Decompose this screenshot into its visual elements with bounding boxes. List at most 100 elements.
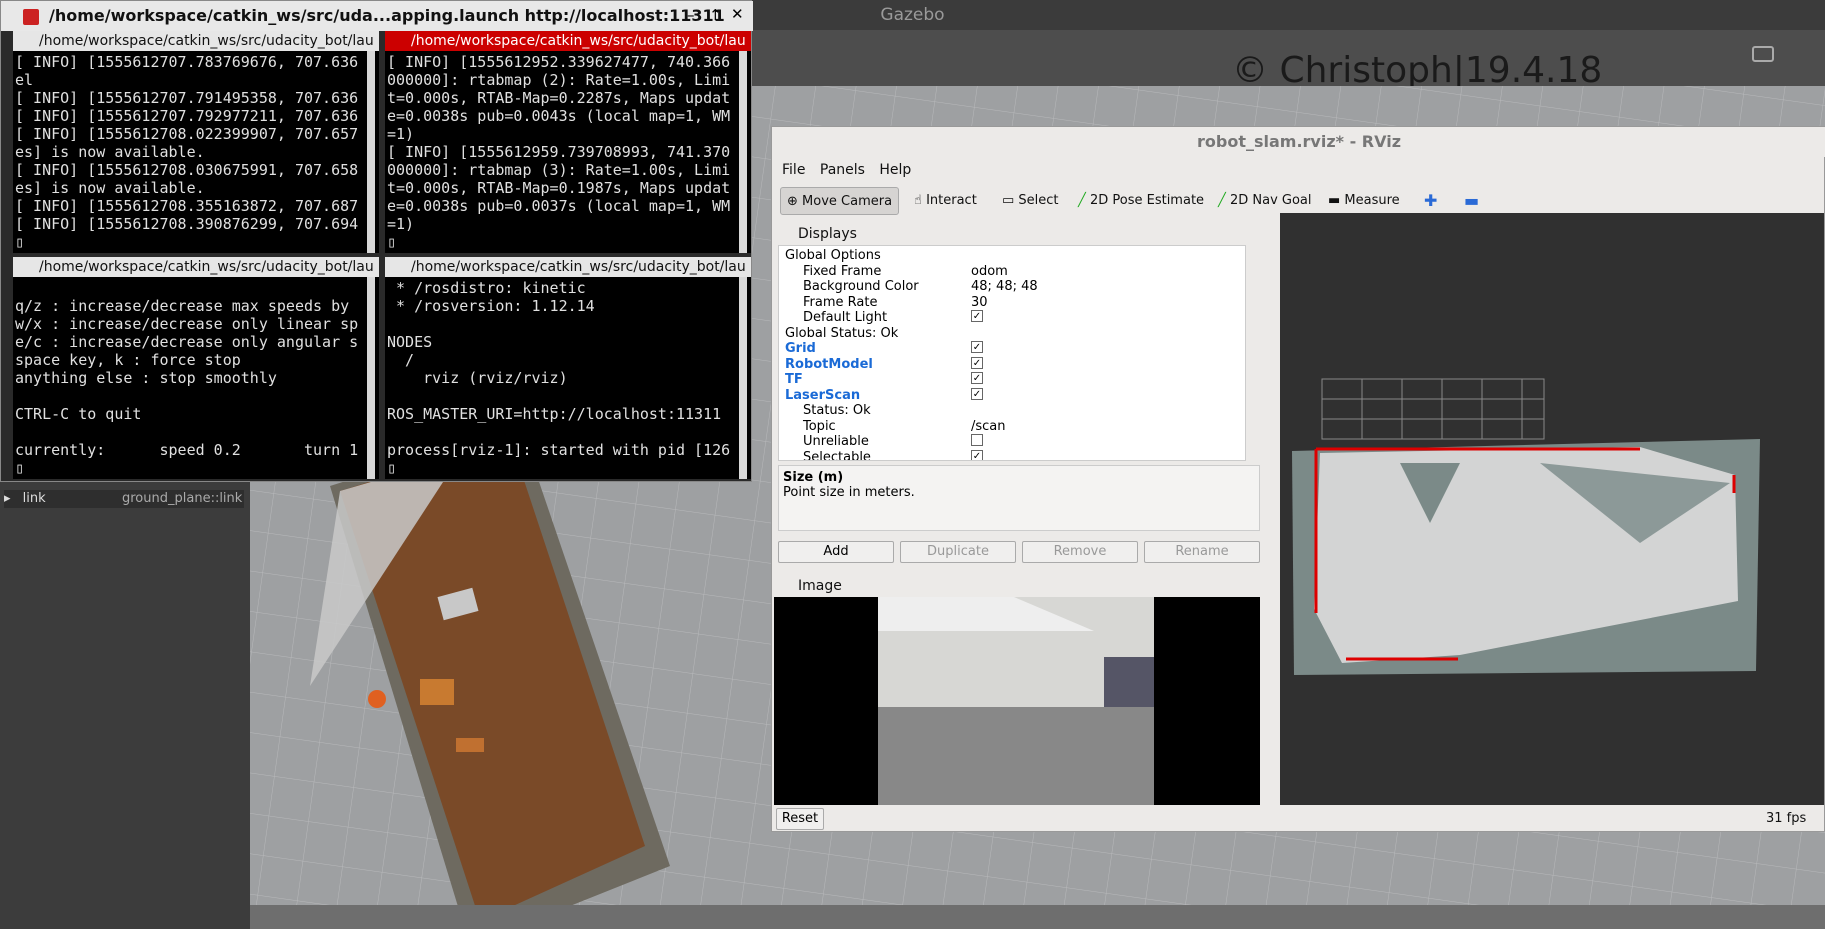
tree-row-value: 48; 48; 48	[971, 279, 1038, 294]
move-camera-tool[interactable]: ⊕ Move Camera	[780, 187, 900, 215]
tree-row-value: ✓	[971, 449, 983, 461]
displays-title: Displays	[798, 226, 857, 242]
terminal-window: /home/workspace/catkin_ws/src/uda...appi…	[0, 0, 753, 482]
scrollbar[interactable]	[367, 51, 375, 253]
pane-header: /home/workspace/catkin_ws/src/udacity_bo…	[13, 31, 379, 51]
tree-row-label: Frame Rate	[803, 294, 878, 310]
display-tree-row[interactable]: Status: Ok	[803, 403, 1243, 419]
tree-row-value: ✓	[971, 310, 983, 322]
link-label: link	[22, 491, 46, 506]
terminal-pane-top-right[interactable]: /home/workspace/catkin_ws/src/udacity_bo…	[385, 31, 751, 253]
tree-row-label: TF	[785, 372, 803, 387]
select-tool[interactable]: ▭ Select	[996, 187, 1065, 215]
tree-row-label: RobotModel	[785, 356, 873, 372]
pane-output: q/z : increase/decrease max speeds by w/…	[13, 277, 379, 479]
tree-row-label: Status: Ok	[803, 403, 871, 418]
displays-panel: Displays Global Options Fixed Frame odom Ba…	[774, 223, 1260, 583]
tree-row-value	[971, 434, 983, 446]
display-tree-row[interactable]: Selectable ✓	[803, 449, 1243, 461]
add-button[interactable]: Add	[778, 541, 894, 563]
pane-output: * /rosdistro: kinetic * /rosversion: 1.1…	[385, 277, 751, 479]
description-title: Size (m)	[783, 470, 844, 485]
chair	[456, 738, 484, 752]
display-tree-row[interactable]: Topic/scan	[803, 419, 1243, 435]
scrollbar[interactable]	[739, 277, 747, 479]
display-tree-row[interactable]: LaserScan ✓	[785, 387, 1225, 404]
pane-output: [ INFO] [1555612707.783769676, 707.636 e…	[13, 51, 379, 253]
remove-tool-icon[interactable]: ▬	[1458, 187, 1485, 215]
rviz-title: robot_slam.rviz* - RViz	[772, 127, 1825, 157]
description-text: Point size in meters.	[783, 485, 915, 500]
terminal-title: /home/workspace/catkin_ws/src/uda...appi…	[1, 1, 753, 31]
menu-help[interactable]: Help	[879, 162, 911, 178]
pane-header: /home/workspace/catkin_ws/src/udacity_bo…	[13, 257, 379, 277]
close-icon[interactable]: ✕	[731, 5, 744, 23]
interact-tool[interactable]: ☝ Interact	[908, 187, 983, 215]
tree-row-label: Topic	[803, 418, 836, 434]
camera-icon[interactable]	[1752, 46, 1774, 62]
expand-arrow-icon[interactable]: ▸	[4, 491, 11, 506]
tree-row-value: 30	[971, 294, 988, 310]
menu-file[interactable]: File	[782, 162, 805, 178]
watermark: © Christoph|19.4.18	[1232, 50, 1603, 91]
pane-header: /home/workspace/catkin_ws/src/udacity_bo…	[385, 31, 751, 51]
display-tree-row[interactable]: Global Status: Ok	[785, 326, 1225, 342]
display-tree-row[interactable]: Fixed Frame odom	[803, 264, 1243, 280]
tree-row-value: ✓	[971, 387, 983, 400]
display-tree-row[interactable]: Global Options	[785, 248, 1225, 264]
tree-row-label: Global Options	[785, 248, 881, 263]
menu-panels[interactable]: Panels	[820, 162, 865, 178]
measure-tool[interactable]: ▬ Measure	[1322, 187, 1406, 215]
status-bar: Reset 31 fps	[772, 805, 1825, 833]
display-tree-row[interactable]: Frame Rate 30	[803, 295, 1243, 311]
tree-row-value: ✓	[971, 372, 983, 384]
duplicate-button[interactable]: Duplicate	[900, 541, 1016, 563]
link-value: ground_plane::link	[122, 491, 243, 506]
display-tree-row[interactable]: Default Light ✓	[803, 310, 1243, 326]
rename-button[interactable]: Rename	[1144, 541, 1260, 563]
remove-button[interactable]: Remove	[1022, 541, 1138, 563]
terminal-pane-top-left[interactable]: /home/workspace/catkin_ws/src/udacity_bo…	[13, 31, 379, 253]
tree-row-value: /scan	[971, 418, 1006, 434]
tree-row-label: Selectable	[803, 449, 871, 461]
add-tool-icon[interactable]: ✚	[1418, 187, 1443, 215]
terminal-pane-bottom-left[interactable]: /home/workspace/catkin_ws/src/udacity_bo…	[13, 257, 379, 479]
tree-row-value: ✓	[971, 356, 983, 369]
tree-row-label: Background Color	[803, 279, 919, 294]
pane-header: /home/workspace/catkin_ws/src/udacity_bo…	[385, 257, 751, 277]
link-row[interactable]: ▸ link ground_plane::link	[4, 490, 244, 508]
fps-label: 31 fps	[1766, 811, 1807, 826]
tree-row-label: Global Status: Ok	[785, 325, 899, 341]
2d-nav-goal-tool[interactable]: ╱ 2D Nav Goal	[1212, 187, 1318, 215]
tree-row-value: ✓	[971, 341, 983, 353]
reset-button[interactable]: Reset	[776, 808, 824, 830]
tree-row-value: odom	[971, 263, 1008, 279]
tree-row-label: Grid	[785, 341, 816, 356]
maximize-icon[interactable]: ↑	[709, 6, 722, 24]
display-tree-row[interactable]: Unreliable	[803, 434, 1243, 450]
rviz-window: robot_slam.rviz* - RViz File Panels Help…	[771, 126, 1825, 832]
camera-image	[774, 597, 1260, 805]
tree-row-label: Fixed Frame	[803, 263, 882, 279]
display-tree-row[interactable]: RobotModel ✓	[785, 356, 1225, 373]
image-title: Image	[798, 578, 842, 594]
display-tree-row[interactable]: TF ✓	[785, 372, 1225, 388]
menu-bar: File Panels Help	[772, 157, 1825, 183]
minimize-icon[interactable]: –	[687, 6, 695, 24]
table-2	[420, 679, 454, 705]
display-tree-row[interactable]: Background Color 48; 48; 48	[803, 279, 1243, 295]
scrollbar[interactable]	[367, 277, 375, 479]
scrollbar[interactable]	[739, 51, 747, 253]
pane-output: [ INFO] [1555612952.339627477, 740.366 0…	[385, 51, 751, 253]
grid-lines	[1321, 378, 1545, 440]
rviz-3d-view[interactable]	[1280, 213, 1824, 805]
displays-tree[interactable]: Global Options Fixed Frame odom Background …	[778, 245, 1246, 461]
gazebo-bottom-bar	[250, 905, 1825, 929]
tree-row-label: LaserScan	[785, 387, 861, 403]
terminal-icon	[23, 9, 39, 25]
display-tree-row[interactable]: Grid ✓	[785, 341, 1225, 357]
2d-pose-estimate-tool[interactable]: ╱ 2D Pose Estimate	[1072, 187, 1210, 215]
terminal-pane-bottom-right[interactable]: /home/workspace/catkin_ws/src/udacity_bo…	[385, 257, 751, 479]
image-panel: Image	[774, 575, 1260, 805]
tree-row-label: Default Light	[803, 310, 888, 325]
